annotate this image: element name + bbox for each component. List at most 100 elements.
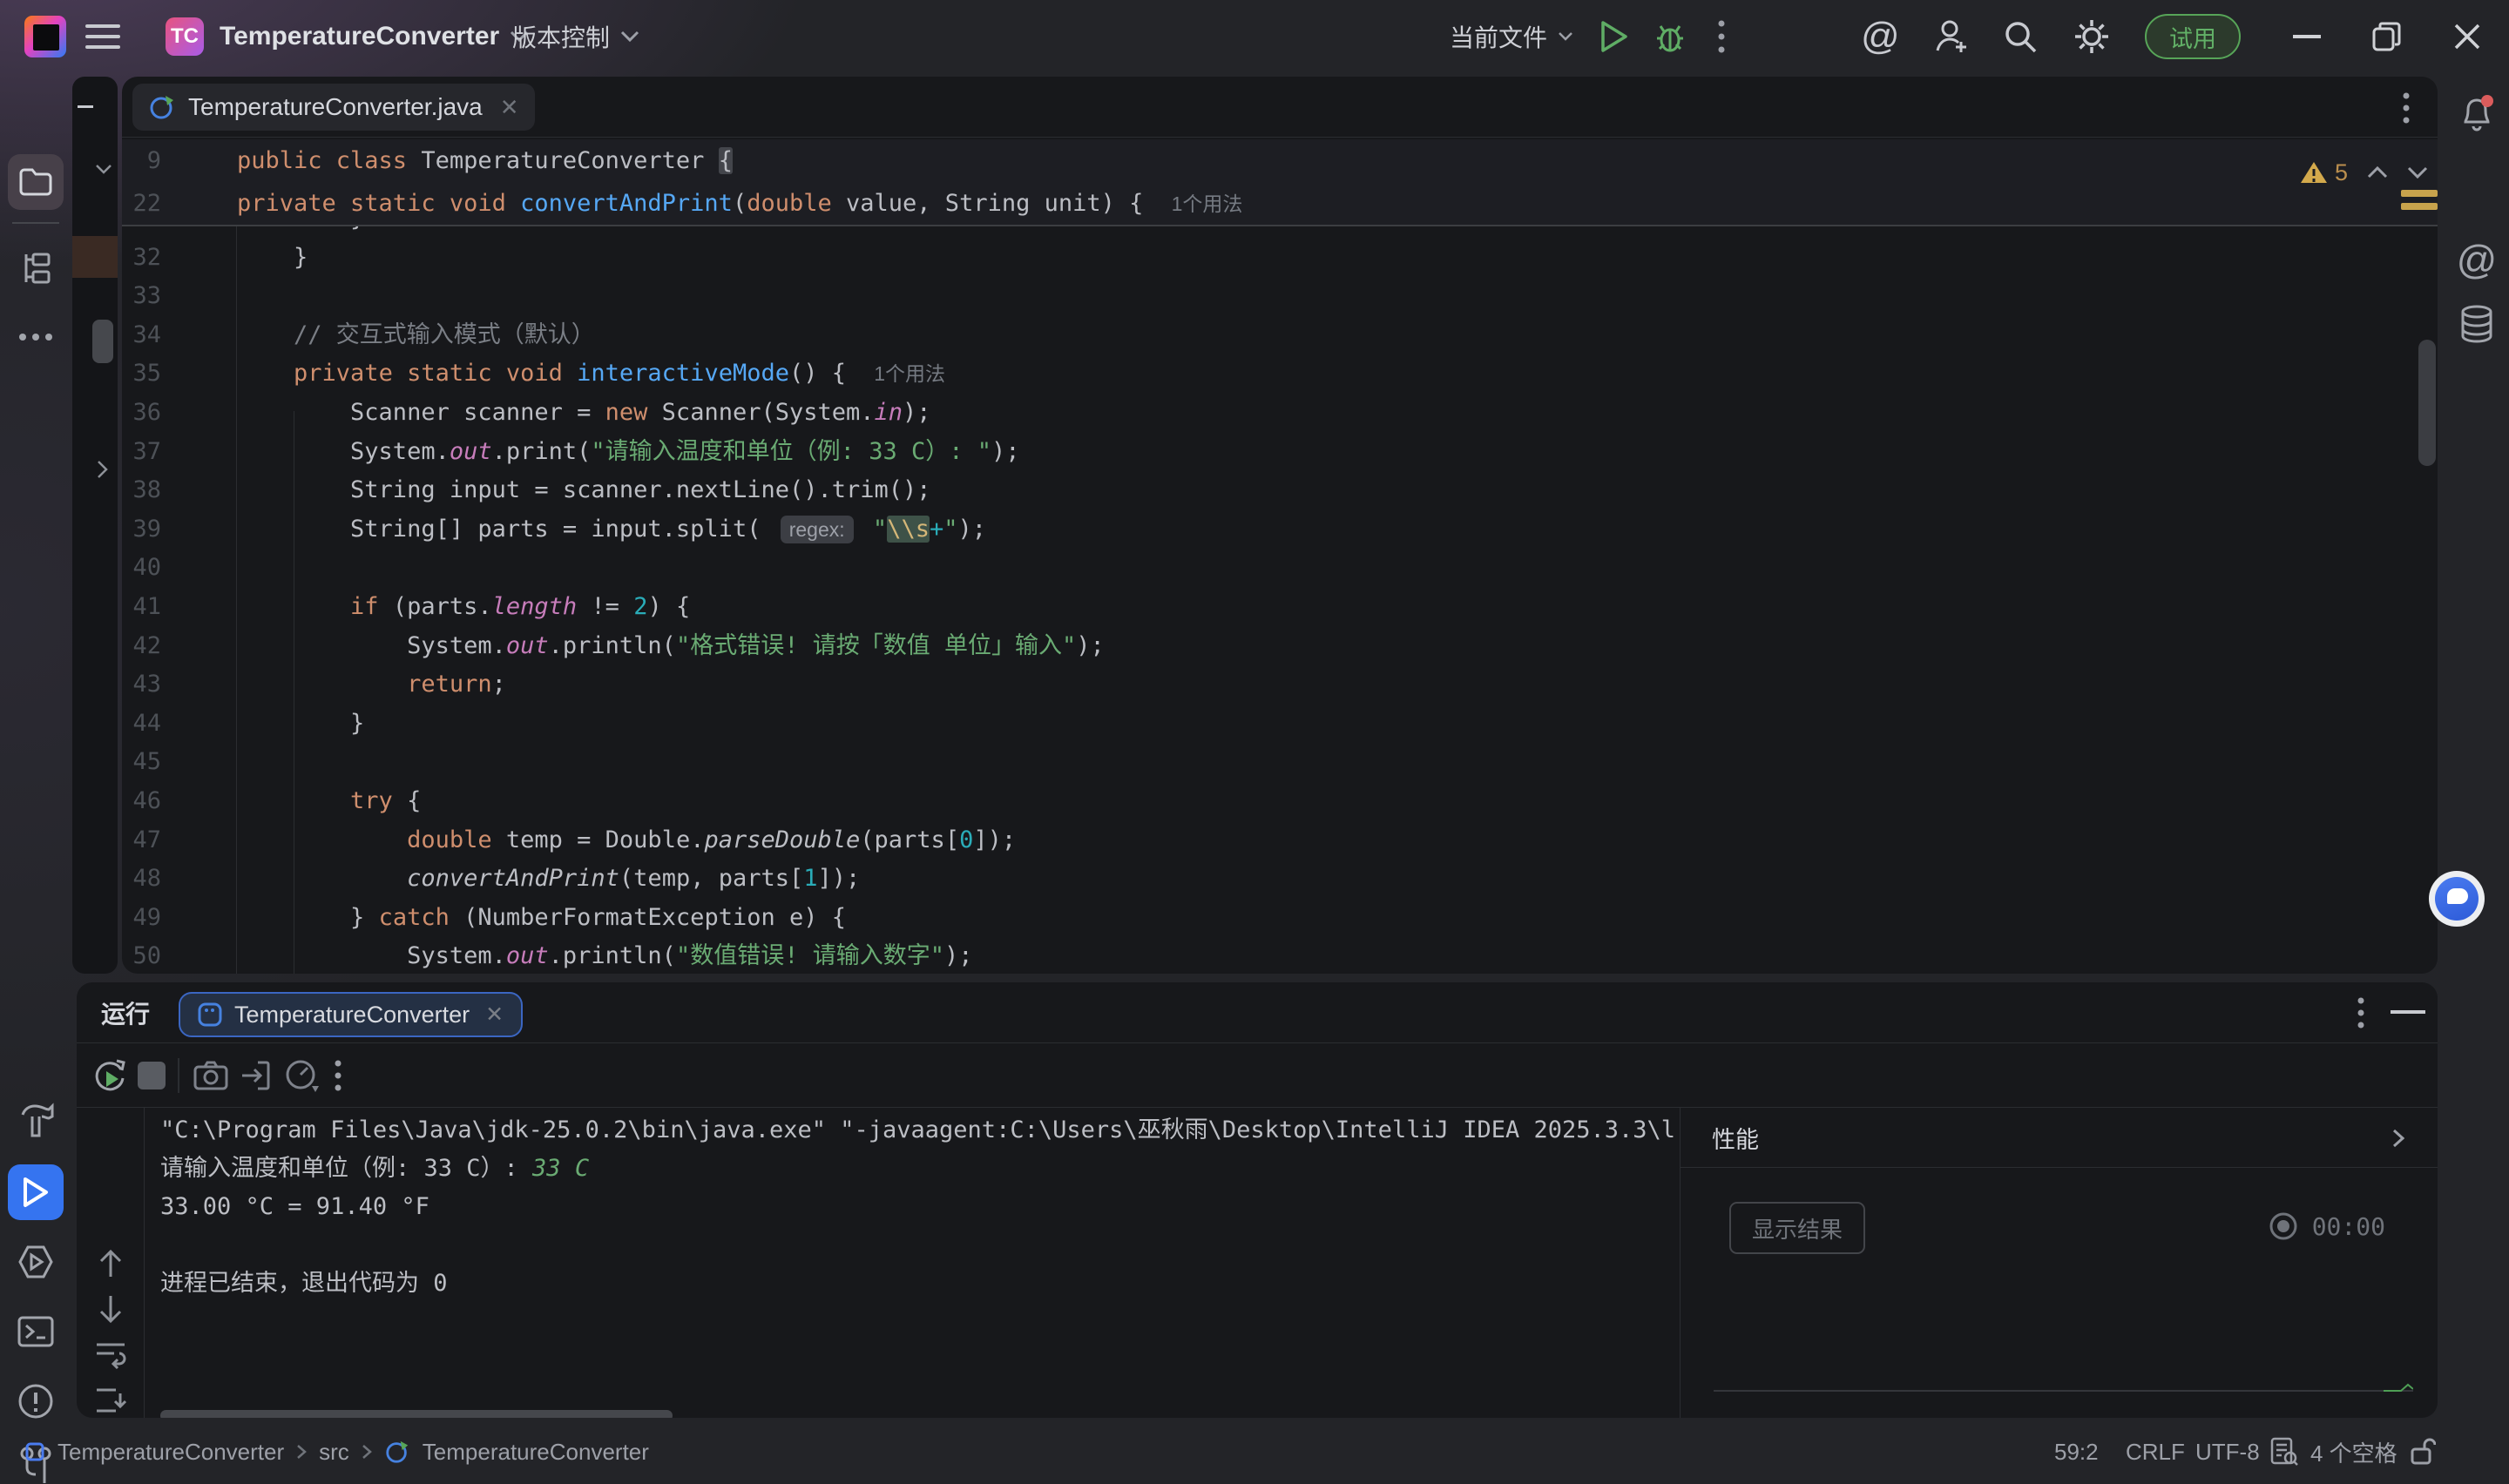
console-output[interactable]: "C:\Program Files\Java\jdk-25.0.2\bin\ja… <box>160 1111 1676 1414</box>
more-actions-icon[interactable] <box>335 1043 342 1107</box>
code-line: 45 <box>122 743 2438 782</box>
debug-button[interactable] <box>1654 0 1687 73</box>
up-arrow-icon[interactable] <box>77 1249 144 1278</box>
console-line: "C:\Program Files\Java\jdk-25.0.2\bin\ja… <box>160 1111 1676 1150</box>
line-number: 38 <box>122 471 161 510</box>
line-number: 42 <box>122 627 161 666</box>
profiler-button[interactable] <box>284 1043 321 1107</box>
more-run-actions-icon[interactable] <box>1718 0 1725 73</box>
project-tool-window-button[interactable] <box>8 154 64 210</box>
close-tab-icon[interactable]: ✕ <box>485 1002 504 1028</box>
stop-button[interactable] <box>138 1043 166 1107</box>
more-tool-windows-icon[interactable] <box>8 309 64 365</box>
ai-assistant-floating-button[interactable] <box>2429 871 2485 927</box>
file-lock-icon[interactable] <box>2410 1420 2436 1484</box>
run-tool-window: 运行 TemperatureConverter ✕ <box>77 982 2438 1418</box>
project-badge[interactable]: TC <box>166 0 204 73</box>
run-button[interactable] <box>1599 0 1629 73</box>
line-number: 22 <box>122 182 161 225</box>
cpu-sparkline <box>1714 1390 2413 1392</box>
ai-chat-icon[interactable]: @ <box>2449 232 2505 287</box>
code-line: 41 if (parts.length != 2) { <box>122 588 2438 627</box>
soft-wrap-icon[interactable] <box>77 1341 144 1369</box>
recording-timer: 00:00 <box>2269 1202 2385 1251</box>
hide-panel-icon[interactable] <box>2391 1010 2425 1014</box>
line-number: 39 <box>122 510 161 550</box>
show-results-button[interactable]: 显示结果 <box>1729 1202 1865 1254</box>
editor[interactable]: TemperatureConverter.java ✕ 31 }32 }3334… <box>122 77 2438 974</box>
line-number: 44 <box>122 705 161 744</box>
trial-badge[interactable]: 试用 <box>2145 0 2241 73</box>
next-problem-icon[interactable] <box>2407 166 2428 179</box>
chevron-right-icon[interactable] <box>2392 1129 2404 1148</box>
previous-problem-icon[interactable] <box>2367 166 2388 179</box>
console-line: 进程已结束，退出代码为 0 <box>160 1265 1676 1303</box>
close-window-button[interactable] <box>2443 0 2492 73</box>
code-line: 33 <box>122 277 2438 316</box>
inspections-widget[interactable]: 5 <box>2300 155 2428 190</box>
services-tool-window-button[interactable] <box>8 1234 64 1290</box>
run-panel-toolbar <box>77 1043 2438 1108</box>
editor-scrollbar-thumb[interactable] <box>2418 340 2436 466</box>
caret-position[interactable]: 59:2 <box>2054 1420 2099 1484</box>
terminal-tool-window-button[interactable] <box>8 1304 64 1359</box>
editor-tab[interactable]: TemperatureConverter.java ✕ <box>132 84 535 131</box>
line-separator[interactable]: CRLF <box>2126 1420 2185 1484</box>
down-arrow-icon[interactable] <box>77 1294 144 1324</box>
chevron-right-icon[interactable] <box>97 460 108 479</box>
breadcrumb[interactable]: TemperatureConverter src TemperatureConv… <box>24 1420 649 1484</box>
tab-options-icon[interactable] <box>2403 92 2410 124</box>
run-panel-header: 运行 TemperatureConverter ✕ <box>77 982 2438 1043</box>
search-icon[interactable] <box>2002 0 2039 73</box>
build-tool-window-button[interactable] <box>8 1093 64 1149</box>
run-configuration-tab[interactable]: TemperatureConverter ✕ <box>179 992 523 1037</box>
indent-setting[interactable]: 4 个空格 <box>2270 1420 2397 1484</box>
code-line: 43 return; <box>122 665 2438 705</box>
sticky-lines-panel: 9public class TemperatureConverter {22pr… <box>122 139 2438 226</box>
code-line: 34 // 交互式输入模式（默认） <box>122 316 2438 355</box>
add-user-icon[interactable] <box>1932 0 1971 73</box>
project-icon <box>24 1441 45 1462</box>
performance-header[interactable]: 性能 <box>1681 1108 2438 1168</box>
vcs-menu[interactable]: 版本控制 <box>512 0 639 73</box>
panel-options-icon[interactable] <box>2357 997 2364 1029</box>
line-number: 34 <box>122 316 161 355</box>
console-line: 33.00 °C = 91.40 °F <box>160 1188 1676 1226</box>
warning-stripe-mark[interactable] <box>2401 203 2438 210</box>
console-line: 请输入温度和单位（例: 33 C）: 33 C <box>160 1150 1676 1188</box>
warning-stripe-mark[interactable] <box>2401 190 2438 197</box>
close-tab-icon[interactable]: ✕ <box>500 94 519 121</box>
minimize-window-button[interactable] <box>2282 0 2331 73</box>
run-configuration-selector[interactable]: 当前文件 <box>1450 0 1573 73</box>
code-editor-surface[interactable]: 31 }32 }3334 // 交互式输入模式（默认）35 private st… <box>122 199 2438 974</box>
code-line: 39 String[] parts = input.split( regex: … <box>122 510 2438 550</box>
settings-gear-icon[interactable] <box>2072 0 2112 73</box>
file-inspect-icon <box>2270 1437 2298 1467</box>
attach-debugger-button[interactable] <box>239 1043 272 1107</box>
code-line: 9public class TemperatureConverter { <box>122 139 2438 182</box>
structure-tool-window-button[interactable] <box>8 240 64 296</box>
console-horizontal-scrollbar[interactable] <box>160 1410 673 1418</box>
run-tool-window-button[interactable] <box>8 1164 64 1220</box>
java-class-icon <box>384 1439 410 1465</box>
file-encoding[interactable]: UTF-8 <box>2195 1420 2260 1484</box>
line-number: 40 <box>122 549 161 588</box>
chevron-down-icon[interactable] <box>95 164 112 174</box>
fold-collapse-icon[interactable] <box>78 105 93 108</box>
project-selector[interactable]: TemperatureConverter <box>220 0 529 73</box>
record-icon <box>2269 1211 2298 1241</box>
notifications-bell-icon[interactable] <box>2449 85 2505 141</box>
rerun-button[interactable] <box>92 1043 127 1107</box>
line-number: 32 <box>122 239 161 278</box>
lane-scrollbar-thumb[interactable] <box>92 320 113 363</box>
code-line: 42 System.out.println("格式错误! 请按「数值 单位」输入… <box>122 627 2438 666</box>
restore-window-button[interactable] <box>2363 0 2411 73</box>
app-logo-icon[interactable] <box>24 0 66 73</box>
database-icon[interactable] <box>2449 296 2505 352</box>
line-number: 47 <box>122 821 161 860</box>
ai-assistant-icon[interactable]: @ <box>1861 0 1900 73</box>
main-menu-icon[interactable] <box>85 0 120 73</box>
screenshot-button[interactable] <box>193 1043 228 1107</box>
run-panel-title: 运行 <box>101 982 150 1042</box>
scroll-to-end-icon[interactable] <box>77 1386 144 1414</box>
